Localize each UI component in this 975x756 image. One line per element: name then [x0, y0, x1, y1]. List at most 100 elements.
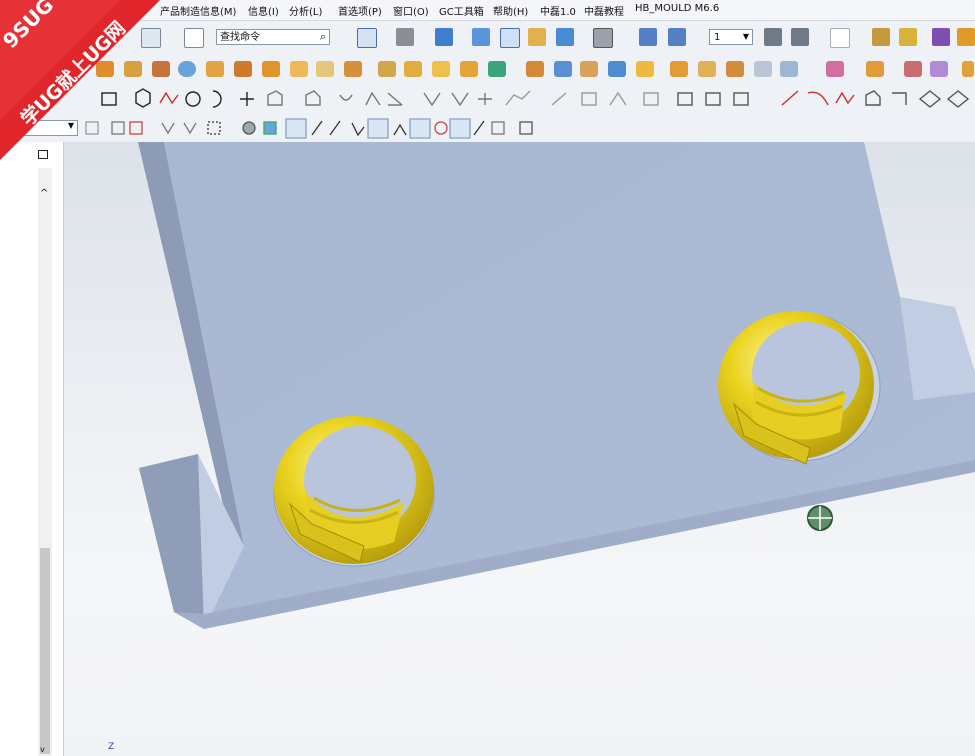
navigator-scrollbar[interactable]: ^ v [38, 168, 52, 756]
mirror-icon [460, 61, 478, 77]
menu-analysis[interactable]: 分析(L) [289, 3, 322, 18]
trim-curve-icon [946, 90, 970, 108]
snap-center-icon [409, 118, 431, 139]
display-mode-icon[interactable] [932, 28, 950, 46]
relations-browser-icon [705, 92, 721, 106]
pattern-curve-icon [451, 92, 469, 107]
sew-icon [780, 61, 798, 77]
intersect-icon [554, 61, 572, 77]
bridge-curve-icon [918, 90, 942, 108]
fix-constraint-icon [609, 91, 627, 106]
draft-icon [608, 61, 626, 77]
wcs-icon[interactable] [830, 28, 850, 48]
snap-control-point-icon [351, 122, 365, 137]
left-thread-insert [273, 416, 435, 567]
alternate-solution-icon [733, 92, 749, 106]
texture-icon[interactable] [528, 28, 546, 46]
cylinder-icon [178, 61, 196, 77]
command-search-input[interactable]: 查找命令 ⌕ [216, 29, 330, 45]
split-body-icon [726, 61, 744, 77]
sketch-profile-icon [267, 90, 283, 106]
pocket-icon [262, 61, 280, 77]
snap-cursor-icon [807, 505, 833, 531]
background-color-icon[interactable] [593, 28, 613, 48]
snap-quadrant-icon [434, 121, 448, 135]
search-icon[interactable]: ⌕ [320, 29, 326, 45]
unite-icon [488, 61, 506, 77]
spline-icon [835, 91, 855, 105]
groove-icon [344, 61, 362, 77]
select-face-icon [161, 122, 175, 135]
menu-info[interactable]: 信息(I) [248, 3, 279, 18]
scrollbar-thumb[interactable] [40, 548, 50, 754]
trim-body-icon [698, 61, 716, 77]
slot-icon [316, 61, 334, 77]
work-layer-value: 1 [714, 32, 721, 43]
make-corner-icon [478, 93, 492, 105]
menu-zhonglei[interactable]: 中磊1.0 [540, 3, 576, 18]
menu-help[interactable]: 帮助(H) [493, 3, 528, 18]
shaded-cube-icon[interactable] [435, 28, 453, 46]
arc-curve-icon [807, 91, 829, 106]
snap-intersection-icon [367, 118, 389, 139]
graphics-viewport[interactable]: Z [64, 142, 975, 756]
fillet-icon [387, 92, 403, 106]
edit-object-display-icon[interactable] [872, 28, 890, 46]
snap-bounded-icon [491, 121, 505, 135]
scroll-down-icon[interactable]: v [40, 745, 45, 754]
studio-spline-icon [159, 91, 179, 105]
derived-lines-icon [505, 90, 531, 106]
point-icon [240, 92, 254, 106]
quick-trim-icon [339, 94, 353, 101]
snap-midpoint-icon [329, 120, 341, 136]
boss-icon [234, 61, 252, 77]
menu-zhonglei-tutorial[interactable]: 中磊教程 [584, 3, 624, 18]
chevron-down-icon: ▼ [742, 32, 749, 41]
patch-icon [904, 61, 922, 77]
orient-view-icon[interactable] [668, 28, 686, 46]
intersection-curve-icon [581, 92, 597, 106]
shaded-select-icon [242, 121, 256, 135]
menu-pmi[interactable]: 产品制造信息(M) [160, 3, 236, 18]
fit-view-icon[interactable] [357, 28, 377, 48]
offset-curve-icon [305, 90, 321, 106]
section-view-icon[interactable] [556, 28, 574, 46]
model-view [138, 142, 975, 629]
snap-point-icon[interactable] [957, 28, 975, 46]
render-style-icon[interactable] [396, 28, 414, 46]
helix-icon [865, 90, 881, 106]
snap-point-on-face-icon [473, 120, 485, 136]
select-edge-icon [183, 122, 197, 135]
mold-wizard-icon [930, 61, 948, 77]
pad-icon [290, 61, 308, 77]
block-icon [206, 61, 224, 77]
quick-extend-icon [365, 91, 381, 106]
offset-face-icon [754, 61, 772, 77]
project-curve-icon [551, 92, 567, 106]
menu-window[interactable]: 窗口(O) [393, 3, 429, 18]
more-tools-icon [962, 61, 974, 77]
grid-icon [519, 121, 533, 135]
part-navigator-panel [0, 142, 64, 756]
dimension-icon [643, 92, 659, 106]
show-hide-icon[interactable] [899, 28, 917, 46]
menu-hb-mould[interactable]: HB_MOULD M6.6 [635, 3, 719, 14]
mirror-curve-icon [423, 92, 441, 107]
thread-icon [378, 61, 396, 77]
info-icon[interactable] [184, 28, 204, 48]
menu-preferences[interactable]: 首选项(P) [338, 3, 382, 18]
layer-settings-icon[interactable] [764, 28, 782, 46]
move-to-layer-icon[interactable] [791, 28, 809, 46]
menu-gc-toolbox[interactable]: GC工具箱 [439, 3, 484, 18]
subtract-icon [526, 61, 544, 77]
solid-cube-icon[interactable] [472, 28, 490, 46]
scroll-up-icon[interactable]: ^ [40, 188, 48, 199]
select-solid-icon [263, 121, 277, 135]
move-object-icon[interactable] [639, 28, 657, 46]
pattern-face-icon [432, 61, 450, 77]
work-layer-select[interactable]: 1 ▼ [709, 29, 753, 45]
left-foot-side [139, 454, 204, 629]
arc-icon [212, 90, 222, 108]
wireframe-cube-icon[interactable] [500, 28, 520, 48]
mold-tools-icon [826, 61, 844, 77]
